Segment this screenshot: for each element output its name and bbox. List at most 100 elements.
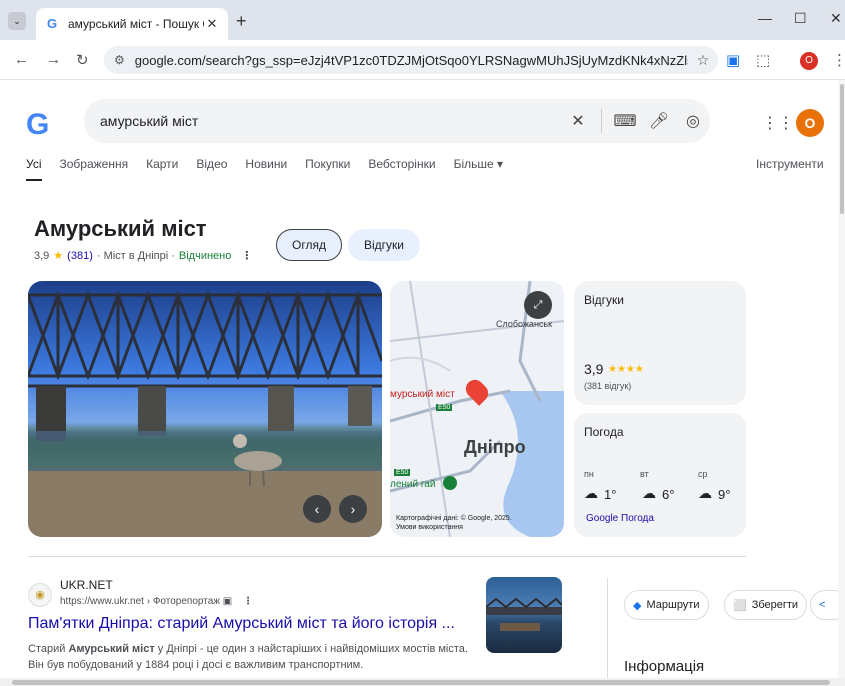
result-site-name[interactable]: UKR.NET (60, 578, 113, 592)
weather-temp: 6° (662, 487, 675, 502)
result-url[interactable]: https://www.ukr.net › Фоторепортаж ▣ ⋮ (60, 596, 253, 607)
bridge-photo[interactable]: ‹ › (28, 281, 382, 537)
map-preview[interactable]: мурський міст Слобожанськ Дніпро лений г… (390, 281, 564, 537)
previous-photo-button[interactable]: ‹ (303, 495, 331, 523)
rating-value: 3,9 (34, 249, 50, 262)
profile-button[interactable]: O (800, 52, 818, 70)
close-window-button[interactable]: ✕ (830, 10, 842, 27)
weather-temp: 9° (718, 487, 731, 502)
tab-news[interactable]: Новини (245, 157, 287, 181)
reviews-link[interactable]: (381) (67, 250, 93, 262)
tools-button[interactable]: Інструменти (756, 157, 824, 171)
result-snippet: Старий Амурський міст у Дніпрі - це один… (28, 641, 468, 673)
translate-icon[interactable]: ▣ (726, 51, 740, 69)
column-divider (607, 578, 608, 686)
share-icon: < (819, 599, 826, 611)
bookmark-star-icon[interactable]: ☆ (688, 52, 718, 69)
browser-tab-bar: ⌄ G амурський міст - Пошук Goog ✕ + — ☐ … (0, 0, 845, 40)
camera-icon: ▣ (222, 596, 233, 607)
bridge-illustration (28, 290, 382, 537)
vertical-scroll-thumb[interactable] (840, 84, 844, 214)
reviews-card-rating: 3,9 (584, 361, 604, 377)
weather-temp: 1° (604, 487, 617, 502)
weather-day: ср (698, 469, 708, 479)
weather-card-heading: Погода (584, 425, 624, 439)
result-url-text[interactable]: https://www.ukr.net › Фоторепортаж (60, 596, 220, 607)
weather-card[interactable]: Погода пн вт ср ☁ 1° ☁ 6° ☁ 9° Google По… (574, 413, 746, 537)
open-status: Відчинено (178, 249, 232, 262)
reviews-tab[interactable]: Відгуки (348, 229, 420, 261)
routes-label: Маршрути (646, 599, 700, 611)
reviews-card-count: (381 відгук) (584, 381, 632, 391)
google-weather-link[interactable]: Google Погода (586, 513, 654, 524)
search-input[interactable]: амурський міст (100, 113, 561, 129)
map-credit: Картографічні дані: © Google, 2025. Умов… (396, 515, 512, 531)
map-district-label: Слобожанськ (496, 319, 553, 329)
cloud-icon: ☁ (642, 485, 656, 501)
bookmark-icon: ⬜ (733, 599, 747, 612)
keyboard-icon[interactable]: ⌨ (608, 111, 642, 131)
next-photo-button[interactable]: › (339, 495, 367, 523)
tab-web[interactable]: Вебсторінки (368, 157, 435, 181)
rain-cloud-icon: ☁ (584, 485, 598, 501)
overview-tab[interactable]: Огляд (276, 229, 342, 261)
browser-tab[interactable]: G амурський міст - Пошук Goog ✕ (36, 8, 228, 40)
tab-images[interactable]: Зображення (60, 157, 129, 181)
reviews-card[interactable]: Відгуки 3,9 ★★★★ (381 відгук) (574, 281, 746, 405)
search-box[interactable]: амурський міст ✕ ⌨ 🎤︎ ◎ (84, 99, 710, 143)
result-thumbnail[interactable] (486, 577, 562, 653)
divider (601, 109, 602, 133)
snippet-highlight: Амурський міст (68, 643, 155, 655)
clear-search-icon[interactable]: ✕ (561, 111, 595, 131)
tab-maps[interactable]: Карти (146, 157, 178, 181)
maximize-button[interactable]: ☐ (794, 10, 807, 27)
entity-title: Амурський міст (34, 216, 207, 241)
microphone-icon[interactable]: 🎤︎ (642, 111, 676, 131)
lens-icon[interactable]: ◎ (676, 111, 710, 131)
site-info-icon[interactable]: ⚙ (114, 53, 125, 67)
map-place-label: мурський міст (390, 389, 455, 400)
road-badge: E50 (436, 404, 453, 411)
weather-day: вт (640, 469, 649, 479)
tab-shopping[interactable]: Покупки (305, 157, 350, 181)
horizontal-scroll-thumb[interactable] (12, 680, 830, 685)
section-divider (28, 556, 746, 557)
forward-button[interactable]: → (46, 51, 61, 68)
save-button[interactable]: ⬜ Зберегти (724, 590, 808, 620)
tab-more[interactable]: Більше ▾ (454, 157, 503, 181)
tab-search-menu-button[interactable]: ⌄ (8, 12, 26, 30)
minimize-button[interactable]: — (758, 10, 772, 26)
more-options-icon[interactable]: ⋮ (241, 249, 252, 262)
directions-icon: ◆ (633, 599, 642, 612)
url-text[interactable]: google.com/search?gs_ssp=eJzj4tVP1zc0TDZ… (135, 53, 688, 68)
google-logo[interactable]: G (26, 108, 49, 142)
thumbnail-illustration (486, 597, 562, 631)
result-options-icon[interactable]: ⋮ (243, 596, 253, 607)
entity-subtitle: 3,9 ★ (381) · Міст в Дніпрі · Відчинено … (34, 249, 252, 263)
omnibox[interactable]: ⚙ google.com/search?gs_ssp=eJzj4tVP1zc0T… (104, 46, 718, 74)
ukrnet-favicon-icon[interactable]: ◉ (28, 583, 52, 607)
extensions-icon[interactable]: ⬚ (756, 51, 770, 69)
rain-cloud-icon: ☁ (698, 485, 712, 501)
tab-all[interactable]: Усі (26, 157, 42, 181)
expand-map-button[interactable]: ⤢ (524, 291, 552, 319)
weather-day: пн (584, 469, 594, 479)
save-label: Зберегти (751, 599, 799, 611)
tab-videos[interactable]: Відео (196, 157, 227, 181)
back-button[interactable]: ← (14, 51, 29, 68)
routes-button[interactable]: ◆ Маршрути (624, 590, 709, 620)
map-park-label: лений гай (390, 479, 436, 490)
close-tab-icon[interactable]: ✕ (204, 16, 220, 32)
new-tab-button[interactable]: + (236, 11, 247, 32)
reload-button[interactable]: ↻ (76, 51, 89, 69)
category-text: · Міст в Дніпрі · (96, 249, 175, 262)
snippet-text: Старий (28, 643, 69, 655)
road-badge: E50 (394, 469, 411, 476)
reviews-card-heading: Відгуки (584, 293, 625, 307)
address-bar-row: ← → ↻ ⚙ google.com/search?gs_ssp=eJzj4tV… (0, 40, 845, 80)
result-title-link[interactable]: Пам'ятки Дніпра: старий Амурський міст т… (28, 615, 455, 633)
info-heading: Інформація (624, 658, 705, 675)
star-icon: ★ (53, 250, 64, 262)
browser-menu-icon[interactable]: ⋮ (832, 51, 845, 69)
account-avatar[interactable]: O (796, 109, 824, 137)
